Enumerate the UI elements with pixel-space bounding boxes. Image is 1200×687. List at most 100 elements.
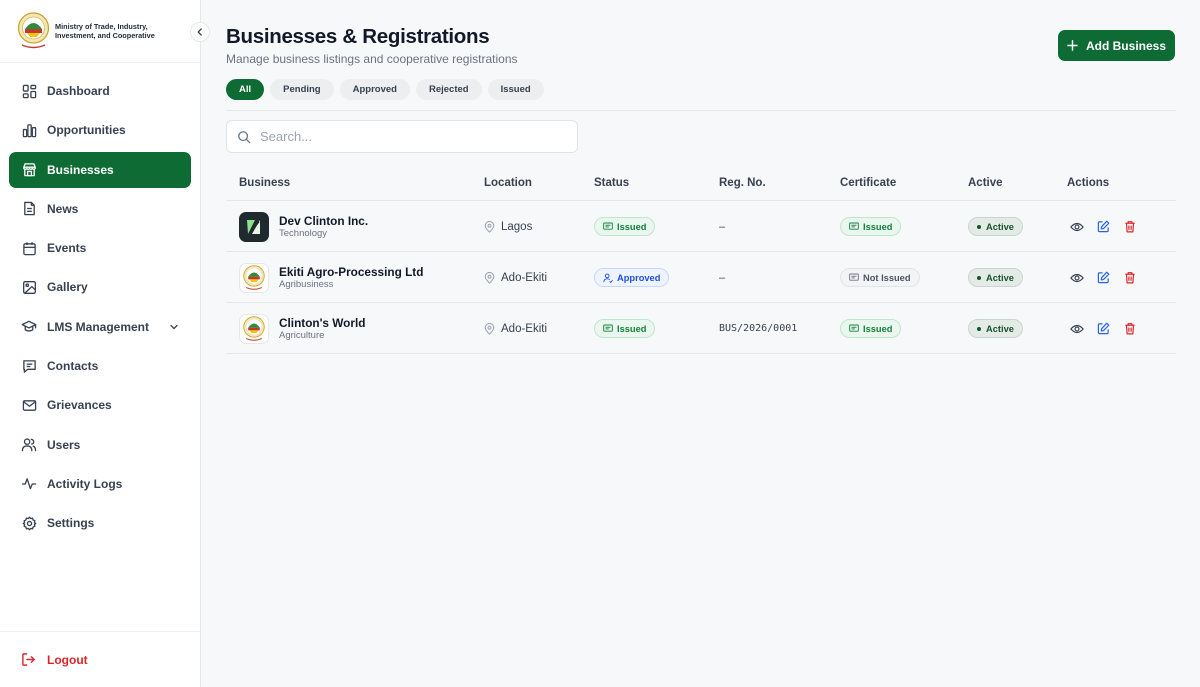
- delete-icon[interactable]: [1122, 219, 1138, 235]
- actions-cell: [1069, 303, 1149, 354]
- status-badge: Approved: [594, 268, 670, 287]
- sidebar-item-opportunities[interactable]: Opportunities: [9, 112, 191, 148]
- location-text: Lagos: [501, 220, 533, 233]
- sidebar-item-label: Grievances: [47, 398, 112, 413]
- certificate-text: Issued: [863, 323, 893, 334]
- sidebar-item-events[interactable]: Events: [9, 230, 191, 266]
- view-icon[interactable]: [1069, 219, 1085, 235]
- edit-icon[interactable]: [1096, 219, 1112, 235]
- status-dot: [977, 275, 981, 280]
- search-icon: [237, 130, 251, 144]
- bar-chart-icon: [21, 122, 37, 138]
- sidebar-item-label: News: [47, 201, 79, 216]
- sidebar-item-activity-logs[interactable]: Activity Logs: [9, 466, 191, 502]
- table-row[interactable]: Ekiti Agro-Processing Ltd Agribusiness A…: [226, 252, 1176, 303]
- chevron-left-icon: [195, 27, 205, 37]
- tab-pending[interactable]: Pending: [270, 79, 334, 100]
- column-header-reg-no: Reg. No.: [719, 177, 766, 189]
- mail-icon: [21, 397, 37, 413]
- status-cell: Issued: [594, 303, 656, 354]
- sidebar-nav: Dashboard Opportunities Businesses News …: [9, 73, 191, 545]
- reg-no-cell: –: [719, 271, 726, 284]
- active-badge[interactable]: Active: [968, 217, 1023, 236]
- tab-issued[interactable]: Issued: [487, 79, 544, 100]
- sidebar-item-label: Events: [47, 241, 87, 256]
- sidebar-item-lms-management[interactable]: LMS Management: [9, 309, 191, 345]
- active-badge[interactable]: Active: [968, 268, 1023, 287]
- certificate-cell: Issued: [840, 303, 902, 354]
- sidebar-item-label: Activity Logs: [47, 476, 123, 491]
- page-title: Businesses & Registrations: [226, 25, 490, 48]
- view-icon[interactable]: [1069, 321, 1085, 337]
- add-business-label: Add Business: [1085, 38, 1166, 53]
- logout-label: Logout: [47, 653, 88, 667]
- column-header-active: Active: [968, 177, 1003, 189]
- business-cell: Clinton's World Agriculture: [239, 303, 365, 354]
- business-category: Agribusiness: [279, 278, 334, 290]
- status-dot: [977, 224, 981, 229]
- status-text: Issued: [617, 221, 647, 232]
- active-cell: Active: [968, 303, 1023, 354]
- actions-cell: [1069, 252, 1149, 303]
- table-row[interactable]: Dev Clinton Inc. Technology Lagos Issued…: [226, 201, 1176, 252]
- table-row[interactable]: Clinton's World Agriculture Ado-Ekiti Is…: [226, 303, 1176, 354]
- sidebar-item-businesses[interactable]: Businesses: [9, 151, 191, 188]
- active-text: Active: [986, 323, 1014, 334]
- column-header-status: Status: [594, 177, 630, 189]
- sidebar-item-contacts[interactable]: Contacts: [9, 348, 191, 384]
- store-icon: [21, 162, 37, 178]
- status-badge: Issued: [594, 217, 656, 236]
- sidebar: Ministry of Trade, Industry, Investment,…: [0, 0, 210, 687]
- sidebar-item-label: Dashboard: [47, 84, 110, 98]
- location-cell: Lagos: [484, 201, 532, 252]
- column-header-certificate: Certificate: [840, 177, 897, 189]
- status-text: Issued: [617, 323, 647, 334]
- business-category: Technology: [279, 227, 328, 239]
- sidebar-item-settings[interactable]: Settings: [9, 505, 191, 541]
- column-header-business: Business: [239, 177, 291, 189]
- sidebar-item-users[interactable]: Users: [9, 427, 191, 463]
- sidebar-item-dashboard[interactable]: Dashboard: [9, 73, 191, 109]
- location-text: Ado-Ekiti: [501, 322, 548, 335]
- image-icon: [21, 279, 37, 295]
- tab-approved[interactable]: Approved: [339, 79, 410, 100]
- business-category: Agriculture: [279, 329, 325, 341]
- plus-icon: [1067, 40, 1078, 51]
- table-header: Business Location Status Reg. No. Certif…: [226, 166, 1176, 201]
- location-cell: Ado-Ekiti: [484, 252, 547, 303]
- reg-no-cell: –: [719, 220, 726, 233]
- search-input[interactable]: [260, 129, 560, 144]
- activity-icon: [21, 476, 37, 492]
- ministry-logo: [17, 12, 50, 50]
- view-icon[interactable]: [1069, 270, 1085, 286]
- edit-icon[interactable]: [1096, 321, 1112, 337]
- gear-icon: [21, 515, 37, 531]
- sidebar-item-gallery[interactable]: Gallery: [9, 269, 191, 305]
- collapse-sidebar-button[interactable]: [190, 22, 210, 42]
- business-logo: [239, 313, 269, 344]
- active-cell: Active: [968, 201, 1023, 252]
- add-business-button[interactable]: Add Business: [1058, 30, 1175, 61]
- delete-icon[interactable]: [1122, 270, 1138, 286]
- status-text: Approved: [617, 272, 661, 283]
- graduation-cap-icon: [21, 319, 37, 335]
- certificate-icon: [849, 222, 859, 231]
- active-badge[interactable]: Active: [968, 319, 1023, 338]
- status-cell: Issued: [594, 201, 656, 252]
- edit-icon[interactable]: [1096, 270, 1112, 286]
- certificate-icon: [603, 222, 613, 231]
- delete-icon[interactable]: [1122, 321, 1138, 337]
- sidebar-item-news[interactable]: News: [9, 191, 191, 227]
- tab-all[interactable]: All: [226, 79, 265, 100]
- certificate-badge: Issued: [840, 217, 902, 236]
- users-icon: [21, 437, 37, 453]
- actions-cell: [1069, 201, 1149, 252]
- logout-button[interactable]: Logout: [21, 652, 88, 668]
- sidebar-item-grievances[interactable]: Grievances: [9, 387, 191, 423]
- status-filter-tabs: All Pending Approved Rejected Issued: [226, 79, 550, 100]
- status-dot: [977, 326, 981, 331]
- brand-name: Ministry of Trade, Industry, Investment,…: [55, 22, 155, 40]
- status-badge: Issued: [594, 319, 656, 338]
- column-header-location: Location: [484, 177, 532, 189]
- tab-rejected[interactable]: Rejected: [415, 79, 482, 100]
